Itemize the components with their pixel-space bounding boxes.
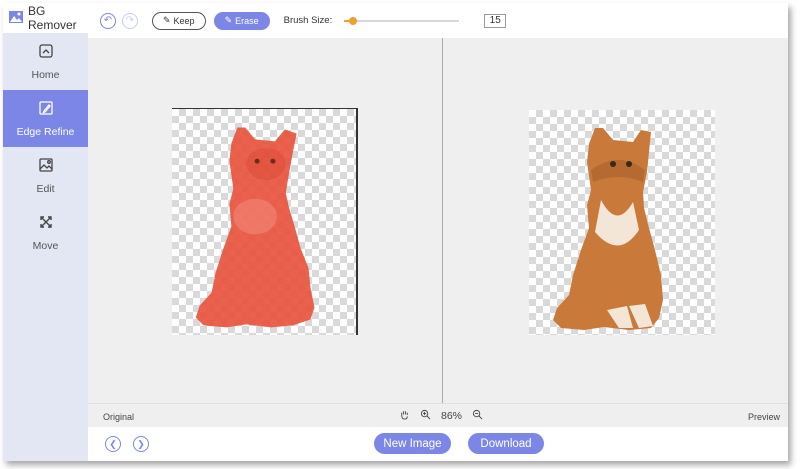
keep-button[interactable]: ✎ Keep	[152, 11, 206, 30]
chevron-left-icon: ❮	[109, 438, 117, 449]
split-divider[interactable]	[442, 38, 443, 403]
brush-size-value[interactable]: 15	[484, 13, 507, 28]
prev-button[interactable]: ❮	[105, 436, 121, 452]
erase-button[interactable]: ✎ Erase	[213, 11, 270, 30]
erase-label: Erase	[235, 15, 259, 26]
original-image[interactable]	[172, 108, 358, 335]
eraser-icon: ✎	[224, 15, 233, 25]
bg-remover-logo-icon	[8, 9, 24, 28]
preview-image[interactable]	[529, 110, 715, 335]
home-icon	[37, 42, 55, 63]
sidebar-item-label: Edge Refine	[16, 126, 75, 138]
download-button[interactable]: Download	[468, 433, 544, 454]
slider-track	[344, 19, 460, 22]
brush-size-label: Brush Size:	[283, 15, 333, 26]
zoom-out-icon[interactable]	[472, 409, 483, 423]
app-brand: BG Remover	[3, 3, 88, 33]
sidebar-item-edit[interactable]: Edit	[3, 147, 88, 204]
cat-selection-overlay	[195, 127, 315, 328]
zoom-in-icon[interactable]	[420, 409, 431, 423]
app-window: BG Remover Home Edge Refine Edit Move ↶ …	[3, 3, 788, 461]
status-bar: Original 86% Preview	[88, 403, 788, 427]
app-title: BG Remover	[28, 4, 77, 32]
hand-pan-icon[interactable]	[399, 409, 410, 423]
cat-preview	[553, 128, 663, 330]
brush-icon: ✎	[163, 15, 171, 25]
sidebar-item-home[interactable]: Home	[3, 33, 88, 90]
undo-button[interactable]: ↶	[100, 12, 116, 29]
sidebar-item-label: Edit	[36, 183, 55, 195]
undo-icon: ↶	[103, 15, 113, 26]
footer-bar: ❮ ❯ New Image Download	[88, 427, 788, 461]
edge-refine-icon	[37, 99, 55, 120]
original-label: Original	[103, 412, 135, 422]
redo-icon: ↷	[125, 15, 135, 26]
next-button[interactable]: ❯	[133, 436, 149, 452]
move-icon	[37, 213, 55, 234]
sidebar-item-move[interactable]: Move	[3, 204, 88, 261]
preview-label: Preview	[747, 412, 780, 422]
toolbar: ↶ ↷ ✎ Keep ✎ Erase Brush Size: 15	[88, 3, 788, 38]
new-image-button[interactable]: New Image	[374, 433, 451, 454]
zoom-value: 86%	[441, 410, 463, 422]
canvas-area	[88, 38, 788, 403]
slider-thumb[interactable]	[349, 16, 358, 25]
sidebar-item-label: Move	[32, 240, 59, 252]
sidebar-item-edge-refine[interactable]: Edge Refine	[3, 90, 88, 147]
chevron-right-icon: ❯	[137, 438, 145, 449]
zoom-controls: 86%	[399, 409, 483, 423]
brush-size-slider[interactable]	[344, 15, 460, 27]
keep-label: Keep	[173, 15, 195, 26]
edit-icon	[37, 156, 55, 177]
sidebar: BG Remover Home Edge Refine Edit Move	[3, 3, 88, 461]
sidebar-item-label: Home	[31, 69, 60, 81]
redo-button[interactable]: ↷	[122, 12, 138, 29]
